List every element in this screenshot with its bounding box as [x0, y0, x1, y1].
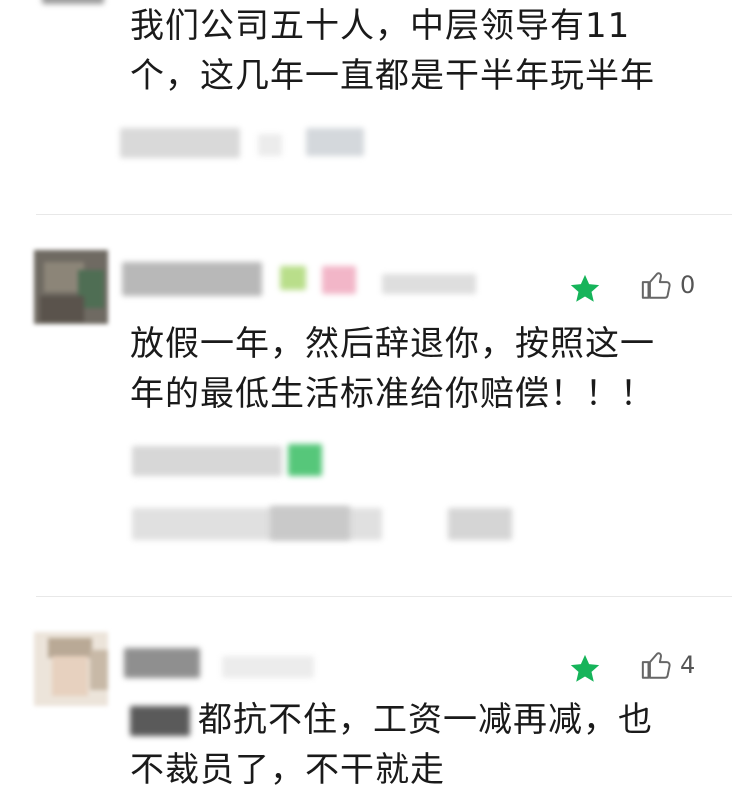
redacted-username[interactable]: [124, 648, 200, 678]
avatar[interactable]: [34, 250, 108, 324]
redacted-meta: [120, 128, 240, 158]
thumbs-up-icon: [641, 272, 671, 299]
avatar-fragment: [42, 0, 104, 4]
redacted-text: [130, 706, 190, 736]
star-icon[interactable]: [568, 652, 602, 686]
comment-divider: [36, 214, 732, 215]
star-icon[interactable]: [568, 272, 602, 306]
redacted-meta: [258, 134, 282, 156]
redacted-username[interactable]: [122, 262, 262, 296]
redacted-badge: [322, 266, 356, 294]
redacted-reply: [270, 506, 350, 540]
like-count: 0: [680, 271, 696, 299]
comment-text-line: 年的最低生活标准给你赔偿！！！: [130, 374, 655, 414]
redacted-meta: [306, 128, 364, 156]
redacted-meta: [382, 274, 476, 294]
comment-text-line: 我们公司五十人，中层领导有11: [130, 6, 631, 46]
comment-text-line: 个，这几年一直都是干半年玩半年: [130, 56, 655, 96]
like-button[interactable]: 4: [640, 648, 695, 682]
redacted-reply: [448, 508, 512, 540]
like-button[interactable]: 0: [640, 268, 695, 302]
comment-divider: [36, 596, 732, 597]
redacted-meta: [222, 656, 314, 678]
comment-text-line: 都抗不住，工资一减再减，也: [198, 700, 653, 740]
like-count: 4: [680, 651, 696, 679]
comment-text-line: 放假一年，然后辞退你，按照这一: [130, 324, 655, 364]
redacted-reply: [132, 446, 282, 476]
comment-text-line: 不裁员了，不干就走: [130, 750, 445, 790]
redacted-badge: [280, 266, 306, 290]
thumbs-up-icon: [641, 652, 671, 679]
avatar[interactable]: [34, 632, 108, 706]
redacted-reply: [288, 444, 322, 476]
